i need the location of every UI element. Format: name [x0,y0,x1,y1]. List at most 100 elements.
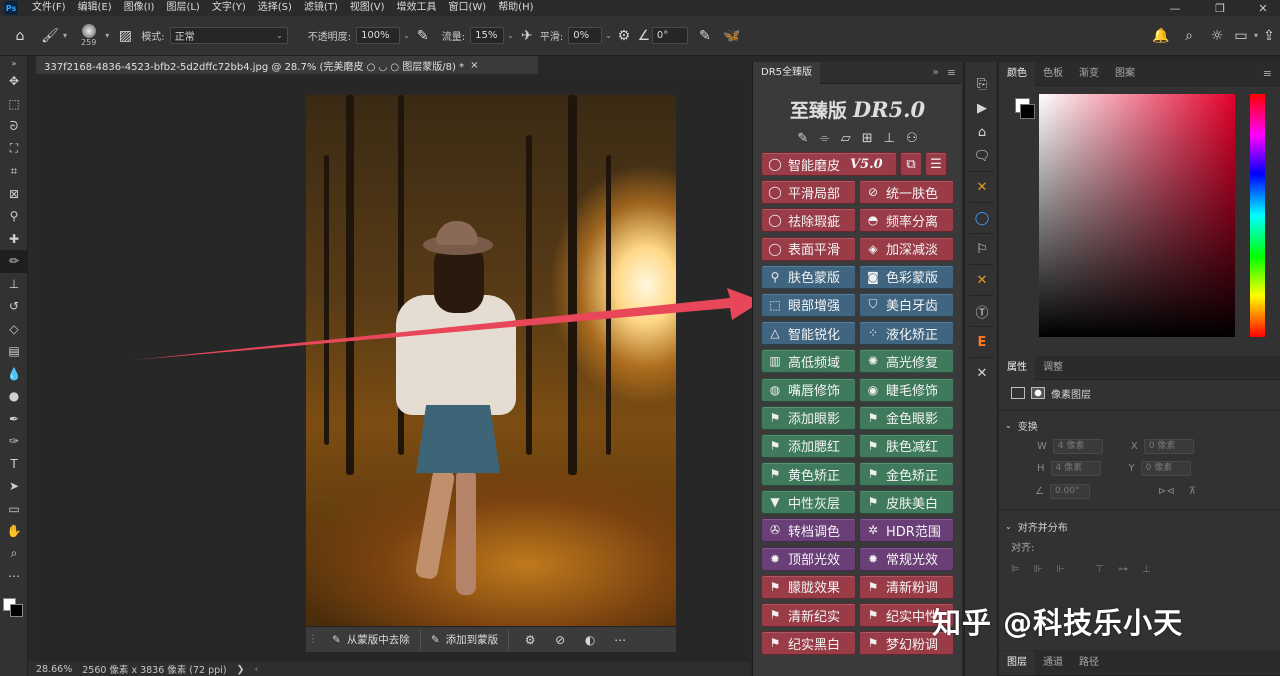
background-color-swatch[interactable] [1020,104,1035,119]
surface-smooth-button[interactable]: ◯ 表面平滑 [761,236,856,261]
path-select-icon[interactable]: ➤ [0,475,28,498]
healing-tool-icon[interactable]: ✚ [0,228,28,251]
tools-x-icon[interactable]: ✕ [965,268,999,292]
dodge-burn-button[interactable]: ◈ 加深减淡 [859,236,954,261]
gold-correct-button[interactable]: ⚑ 金色矫正 [859,462,954,487]
glyph-icon[interactable]: ⌂ [965,120,999,144]
grip-icon[interactable]: ⋮ [306,634,318,645]
panel-menu-icon[interactable]: ≡ [947,66,956,79]
dr5-tab[interactable]: DR5全臻版 [753,61,821,84]
menu-layer[interactable]: 图层(L) [160,0,205,16]
skin-whiten-button[interactable]: ⚑ 皮肤美白 [859,490,954,515]
transform-section[interactable]: ⌄ 变换 [999,415,1280,435]
angle-field[interactable]: 0.00° [1049,483,1090,499]
copy-icon[interactable]: ⧉ [900,152,922,176]
pressure-size-icon[interactable]: ✎ [688,24,722,48]
menu-filter[interactable]: 滤镜(T) [298,0,344,16]
marquee-tool-icon[interactable]: ⬚ [0,93,28,116]
menu-type[interactable]: 文字(Y) [206,0,252,16]
eyedropper-tool-icon[interactable]: ⚲ [0,205,28,228]
menu-select[interactable]: 选择(S) [252,0,298,16]
close-tab-icon[interactable]: × [470,60,478,71]
dodge-tool-icon[interactable]: ● [0,385,28,408]
gradient-tool-icon[interactable]: ▤ [0,340,28,363]
ruler-icon[interactable]: ▱ [841,131,851,146]
eraser-tool-icon[interactable]: ◇ [0,318,28,341]
stamp-tool-icon[interactable]: ⊥ [0,273,28,296]
mask-icon[interactable] [1031,387,1045,399]
gold-eyeshadow-button[interactable]: ⚑ 金色眼影 [859,405,954,430]
frequency-separation-button[interactable]: ◓ 频率分离 [859,208,954,233]
menu-window[interactable]: 窗口(W) [442,0,492,16]
hand-tool-icon[interactable]: ✋ [0,520,28,543]
opacity-field[interactable]: 100% [356,27,401,44]
normal-light-button[interactable]: ✹ 常规光效 [859,546,954,571]
search-icon[interactable]: ⌕ [1175,24,1203,48]
mask-settings-icon[interactable]: ⚙ [515,630,545,650]
frame-tool-icon[interactable]: ⊠ [0,183,28,206]
align-right-icon[interactable]: ⊩ [1056,564,1065,575]
liquify-correct-button[interactable]: ⁘ 液化矫正 [859,321,954,346]
add-blush-button[interactable]: ⚑ 添加腮红 [761,433,856,458]
mask-invert-icon[interactable]: ◐ [575,630,605,650]
color-swatches[interactable] [0,588,27,624]
chip-icon[interactable]: ⊞ [862,131,873,146]
angle-field[interactable]: 0° [651,27,688,44]
tools-x-icon[interactable]: ✕ [965,175,999,199]
crop-tool-icon[interactable]: ⌗ [0,160,28,183]
airbrush-icon[interactable]: ✈ [514,24,540,48]
lip-retouch-button[interactable]: ◍ 嘴唇修饰 [761,377,856,402]
tab-swatches[interactable]: 色板 [1035,62,1071,86]
background-swatch[interactable] [10,603,23,617]
highlight-repair-button[interactable]: ✺ 高光修复 [859,349,954,374]
zoom-level[interactable]: 28.66% [36,664,72,675]
pressure-opacity-icon[interactable]: ✎ [410,24,436,48]
minimize-icon[interactable]: — [1160,0,1190,16]
photo-canvas[interactable] [306,95,676,626]
menu-edit[interactable]: 编辑(E) [72,0,118,16]
width-field[interactable]: 4 像素 [1052,438,1103,454]
zoom-tool-icon[interactable]: ⌕ [0,543,28,566]
color-mask-button[interactable]: ◙ 色彩蒙版 [859,264,954,289]
history-icon[interactable]: ⎘ [965,72,999,96]
hue-slider[interactable] [1250,94,1265,337]
menu-image[interactable]: 图像(I) [118,0,161,16]
tk-icon[interactable]: Ⓣ [965,299,999,323]
crossed-tools-icon[interactable]: ✕ [965,361,999,385]
close-icon[interactable]: ✕ [1248,0,1278,16]
bell-icon[interactable]: 🔔 [1147,24,1175,48]
convert-grade-button[interactable]: ✇ 转档调色 [761,518,856,543]
align-bottom-icon[interactable]: ⊥ [1142,564,1151,575]
add-eyeshadow-button[interactable]: ⚑ 添加眼影 [761,405,856,430]
menu-help[interactable]: 帮助(H) [492,0,539,16]
tab-paths[interactable]: 路径 [1071,651,1107,675]
chevron-down-icon[interactable]: ⌄ [403,31,410,40]
type-tool-icon[interactable]: T [0,453,28,476]
align-middle-icon[interactable]: ⊶ [1118,564,1128,575]
remove-from-mask-button[interactable]: ✎ 从蒙版中去除 [322,629,421,650]
align-top-icon[interactable]: ⊤ [1095,564,1104,575]
tab-properties[interactable]: 属性 [999,355,1035,380]
smooth-local-button[interactable]: ◯ 平滑局部 [761,180,856,205]
panel-menu-icon[interactable]: ≡ [1263,67,1272,80]
pen-tool-icon[interactable]: ✒ [0,408,28,431]
align-section[interactable]: ⌄ 对齐并分布 [999,516,1280,536]
e-icon[interactable]: E [965,330,999,354]
haze-effect-button[interactable]: ⚑ 朦胧效果 [761,574,856,599]
collapse-icon[interactable]: » [0,56,28,70]
rectangle-tool-icon[interactable]: ▭ [0,498,28,521]
y-field[interactable]: 0 像素 [1140,460,1191,476]
chevron-down-icon[interactable]: ▾ [63,31,67,40]
tab-adjustments[interactable]: 调整 [1035,356,1071,380]
expand-icon[interactable]: » [933,67,939,78]
brush-settings-icon[interactable]: ▨ [109,24,141,48]
sliders-icon[interactable]: ☰ [925,152,947,176]
move-tool-icon[interactable]: ✥ [0,70,28,93]
flip-horizontal-icon[interactable]: ⊳⊲ [1158,486,1175,497]
brush-tool-icon[interactable]: ✏ [0,250,28,273]
ring-icon[interactable]: ◯ [965,206,999,230]
height-field[interactable]: 4 像素 [1050,460,1101,476]
mask-disable-icon[interactable]: ⊘ [545,630,575,650]
tab-layers[interactable]: 图层 [999,650,1035,675]
fresh-documentary-button[interactable]: ⚑ 清新纪实 [761,603,856,627]
